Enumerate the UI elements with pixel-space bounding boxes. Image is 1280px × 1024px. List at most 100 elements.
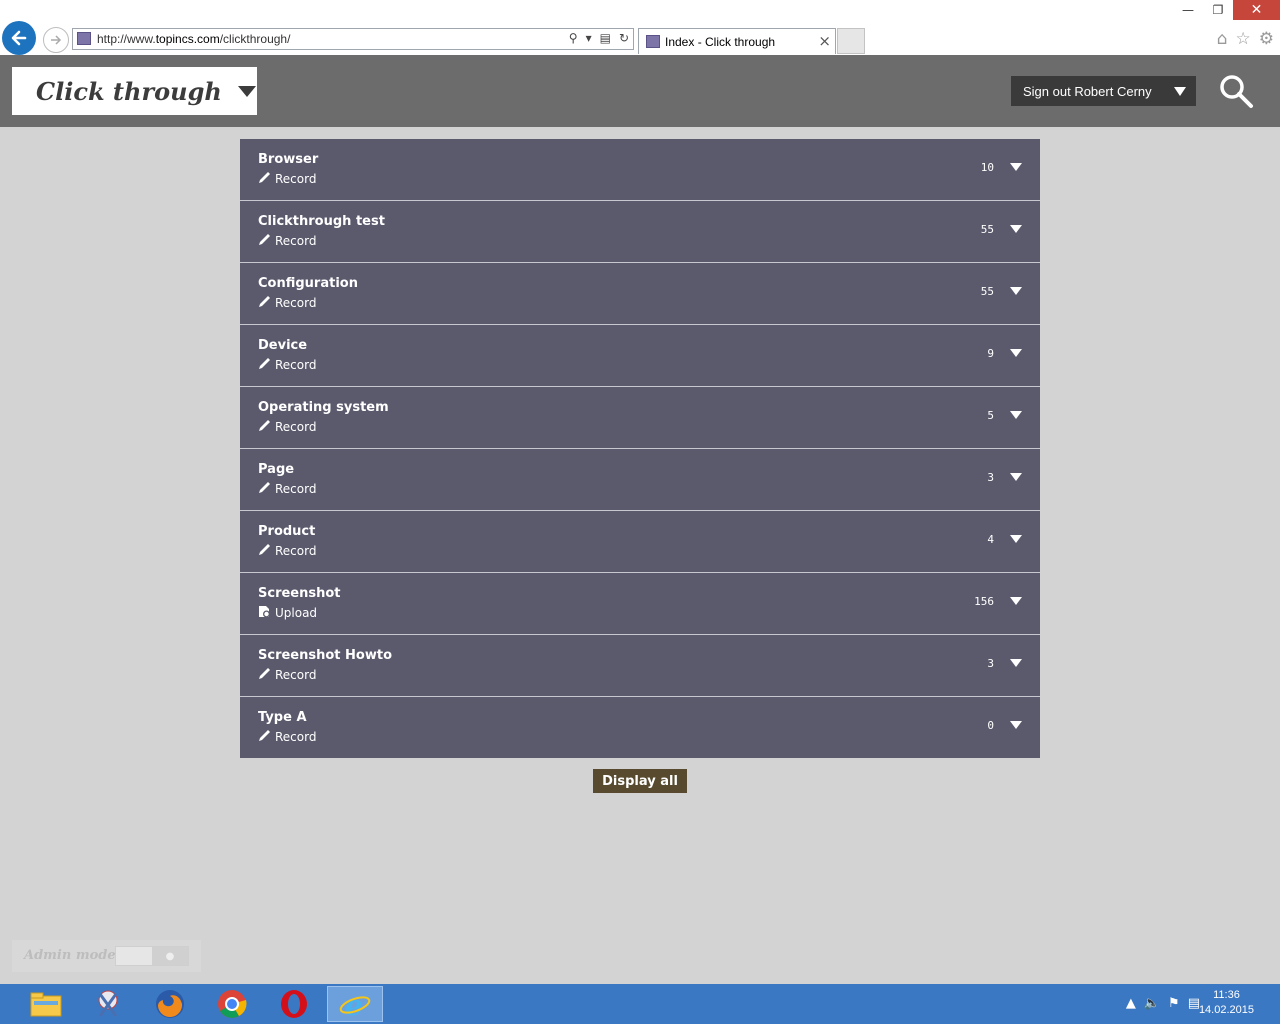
list-item-count: 3 — [987, 657, 994, 670]
list-item[interactable]: Type A Record 0 — [240, 697, 1040, 758]
chrome-icon[interactable] — [204, 986, 260, 1022]
search-icon[interactable]: ⚲ — [569, 31, 578, 45]
chevron-down-icon[interactable] — [1010, 163, 1022, 171]
search-icon[interactable] — [1218, 73, 1254, 109]
firefox-icon[interactable] — [142, 986, 198, 1022]
list-item-action-label: Record — [275, 730, 317, 744]
list-item-action-label: Record — [275, 172, 317, 186]
list-item-action[interactable]: Record — [258, 171, 316, 187]
upload-icon — [258, 605, 271, 621]
close-window-icon[interactable]: ✕ — [1233, 0, 1280, 20]
gear-icon[interactable]: ⚙ — [1259, 29, 1274, 49]
list-item[interactable]: Clickthrough test Record 55 — [240, 201, 1040, 263]
list-item[interactable]: Configuration Record 55 — [240, 263, 1040, 325]
tab-favicon-icon — [646, 35, 660, 48]
list-item-action[interactable]: Record — [258, 667, 316, 683]
internet-explorer-icon[interactable]: e — [327, 986, 383, 1022]
list-item-count: 4 — [987, 533, 994, 546]
app-menu-button[interactable]: Click through — [12, 67, 257, 115]
chevron-down-icon[interactable] — [1010, 473, 1022, 481]
admin-mode-panel: Admin mode ● — [12, 940, 201, 972]
address-bar[interactable]: http://www.topincs.com/clickthrough/ ⚲ ▾… — [72, 28, 634, 50]
app-header: Click through Sign out Robert Cerny — [0, 55, 1280, 127]
snipping-tool-icon[interactable] — [80, 986, 136, 1022]
list-item[interactable]: Browser Record 10 — [240, 139, 1040, 201]
chevron-down-icon[interactable] — [1010, 411, 1022, 419]
refresh-icon[interactable]: ↻ — [619, 31, 629, 45]
forward-button[interactable] — [43, 27, 69, 53]
home-icon[interactable]: ⌂ — [1217, 29, 1228, 49]
chevron-down-icon[interactable] — [1010, 597, 1022, 605]
window-controls: — ❐ ✕ — [1173, 0, 1280, 20]
list-item-action[interactable]: Record — [258, 543, 316, 559]
chevron-down-icon[interactable] — [1010, 225, 1022, 233]
list-item-action[interactable]: Upload — [258, 605, 317, 621]
list-item-action[interactable]: Record — [258, 419, 316, 435]
list-item-name[interactable]: Clickthrough test — [258, 214, 385, 229]
list-item-count: 5 — [987, 409, 994, 422]
list-item-action[interactable]: Record — [258, 233, 316, 249]
list-item-name[interactable]: Operating system — [258, 400, 389, 415]
svg-text:e: e — [345, 989, 363, 1020]
list-item[interactable]: Operating system Record 5 — [240, 387, 1040, 449]
list-item[interactable]: Product Record 4 — [240, 511, 1040, 573]
new-tab-button[interactable] — [837, 28, 865, 54]
file-explorer-icon[interactable] — [18, 986, 74, 1022]
pencil-icon — [258, 357, 271, 373]
compat-view-icon[interactable]: ▤ — [600, 31, 611, 45]
favorites-star-icon[interactable]: ☆ — [1236, 29, 1251, 49]
chevron-down-icon[interactable] — [1010, 535, 1022, 543]
browser-tab[interactable]: Index - Click through × — [638, 28, 836, 54]
address-url: http://www.topincs.com/clickthrough/ — [97, 32, 291, 46]
list-item-name[interactable]: Product — [258, 524, 315, 539]
tray-expand-icon[interactable]: ▲ — [1126, 996, 1136, 1011]
list-item-count: 156 — [974, 595, 994, 608]
list-item-name[interactable]: Device — [258, 338, 307, 353]
list-item-count: 9 — [987, 347, 994, 360]
display-all-button[interactable]: Display all — [593, 769, 687, 793]
chevron-down-icon[interactable] — [1010, 721, 1022, 729]
signout-button[interactable]: Sign out Robert Cerny — [1011, 76, 1196, 106]
restore-icon[interactable]: ❐ — [1203, 0, 1233, 20]
admin-mode-toggle[interactable]: ● — [115, 946, 189, 966]
chevron-down-icon[interactable] — [1010, 349, 1022, 357]
signout-label: Sign out Robert Cerny — [1023, 83, 1152, 99]
list-item-name[interactable]: Browser — [258, 152, 318, 167]
list-item-action-label: Record — [275, 482, 317, 496]
clock-time: 11:36 — [1213, 989, 1240, 1001]
list-item-name[interactable]: Screenshot — [258, 586, 341, 601]
tab-close-icon[interactable]: × — [818, 32, 831, 50]
taskbar-clock[interactable]: 11:36 14.02.2015 — [1199, 988, 1254, 1018]
dropdown-icon[interactable]: ▾ — [586, 31, 592, 45]
list-item[interactable]: Device Record 9 — [240, 325, 1040, 387]
list-item-name[interactable]: Screenshot Howto — [258, 648, 392, 663]
pencil-icon — [258, 295, 271, 311]
list-item[interactable]: Screenshot Howto Record 3 — [240, 635, 1040, 697]
admin-mode-label: Admin mode — [24, 948, 116, 963]
list-item-action-label: Record — [275, 420, 317, 434]
list-item-action[interactable]: Record — [258, 295, 316, 311]
list-item[interactable]: Page Record 3 — [240, 449, 1040, 511]
list-item-name[interactable]: Type A — [258, 710, 307, 725]
topic-type-list: Browser Record 10 Clickthrough test Record 55… — [240, 139, 1040, 758]
volume-icon[interactable]: 🔈 — [1144, 996, 1160, 1011]
list-item-name[interactable]: Configuration — [258, 276, 358, 291]
list-item-action-label: Record — [275, 296, 317, 310]
opera-icon[interactable] — [266, 986, 322, 1022]
list-item-action[interactable]: Record — [258, 729, 316, 745]
clock-date: 14.02.2015 — [1198, 1004, 1254, 1016]
list-item-action-label: Record — [275, 234, 317, 248]
list-item-action-label: Record — [275, 668, 317, 682]
list-item-action[interactable]: Record — [258, 357, 316, 373]
minimize-icon[interactable]: — — [1173, 0, 1203, 20]
app-title: Click through — [36, 76, 222, 106]
chevron-down-icon[interactable] — [1010, 659, 1022, 667]
action-center-flag-icon[interactable]: ⚑ — [1168, 996, 1180, 1011]
back-button[interactable] — [2, 21, 36, 55]
list-item[interactable]: Screenshot Upload 156 — [240, 573, 1040, 635]
pencil-icon — [258, 171, 271, 187]
list-item-name[interactable]: Page — [258, 462, 294, 477]
chevron-down-icon[interactable] — [1010, 287, 1022, 295]
list-item-action[interactable]: Record — [258, 481, 316, 497]
list-item-count: 0 — [987, 719, 994, 732]
